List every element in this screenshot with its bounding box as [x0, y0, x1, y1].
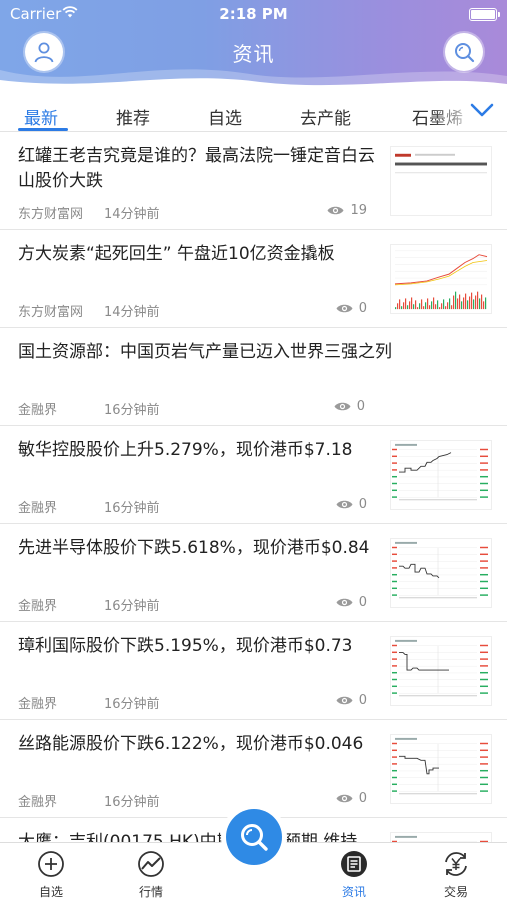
news-source: 金融界	[18, 795, 58, 810]
view-count: 0	[336, 301, 367, 316]
category-tabs: 最新 推荐 自选 去产能 石墨烯	[0, 92, 507, 132]
news-title: 红罐王老吉究竟是谁的？最高法院一锤定音白云山股价大跌	[18, 146, 375, 191]
eye-icon	[336, 304, 353, 313]
news-source: 金融界	[18, 697, 58, 712]
news-item[interactable]: 丝路能源股价下跌6.122%，现价港币$0.046 金融界 16分钟前 0	[0, 720, 507, 818]
active-tab-indicator	[18, 128, 68, 131]
view-count: 0	[336, 693, 367, 708]
tabbar-label: 资讯	[341, 885, 366, 899]
plus-circle-icon	[38, 851, 64, 877]
news-source: 金融界	[18, 403, 58, 418]
view-count-value: 0	[358, 301, 367, 316]
news-item[interactable]: 红罐王老吉究竟是谁的？最高法院一锤定音白云山股价大跌东方财富网 14分钟前 19	[0, 132, 507, 230]
news-title: 大鹰：吉利(00175.HK)中期...绩优预期 维持	[18, 832, 358, 842]
tabbar-market[interactable]: 行情	[111, 843, 191, 900]
search-icon	[455, 43, 475, 63]
news-item[interactable]: 先进半导体股价下跌5.618%，现价港币$0.84 金融界 16分钟前 0	[0, 524, 507, 622]
center-search-button[interactable]	[226, 809, 282, 865]
status-time: 2:18 PM	[219, 5, 288, 23]
news-thumbnail	[390, 832, 492, 842]
view-count: 0	[334, 399, 365, 414]
news-timestamp: 16分钟前	[104, 403, 160, 418]
view-count-value: 0	[358, 693, 367, 708]
news-title: 璋利国际股价下跌5.195%，现价港币$0.73	[18, 636, 353, 656]
news-thumbnail	[390, 734, 492, 804]
news-timestamp: 16分钟前	[104, 501, 160, 516]
page-title: 资讯	[232, 42, 275, 66]
news-item[interactable]: 璋利国际股价下跌5.195%，现价港币$0.73 金融界 16分钟前 0	[0, 622, 507, 720]
yuan-exchange-icon	[445, 852, 467, 876]
view-count: 0	[336, 595, 367, 610]
news-timestamp: 14分钟前	[104, 207, 160, 222]
tabbar-news[interactable]: 资讯	[314, 843, 394, 900]
eye-icon	[327, 206, 344, 215]
view-count-value: 0	[356, 399, 365, 414]
news-title: 敏华控股股价上升5.279%，现价港币$7.18	[18, 440, 353, 460]
news-item[interactable]: 国土资源部：中国页岩气产量已迈入世界三强之列金融界 16分钟前 0	[0, 328, 507, 426]
search-button[interactable]	[445, 33, 483, 71]
tabbar-label: 自选	[38, 885, 63, 899]
tabbar-trade[interactable]: 交易	[416, 843, 496, 900]
eye-icon	[336, 500, 353, 509]
trend-chart-icon	[138, 851, 164, 877]
header: Carrier 2:18 PM 资讯	[0, 0, 507, 92]
news-list: 红罐王老吉究竟是谁的？最高法院一锤定音白云山股价大跌东方财富网 14分钟前 19 方大…	[0, 132, 507, 842]
news-item[interactable]: 方大炭素“起死回生” 午盘近10亿资金撬板东方财富网 14分钟前 0	[0, 230, 507, 328]
news-title: 国土资源部：中国页岩气产量已迈入世界三强之列	[18, 342, 392, 362]
news-timestamp: 16分钟前	[104, 697, 160, 712]
tab-latest[interactable]: 最新	[24, 104, 58, 129]
eye-icon	[336, 598, 353, 607]
eye-icon	[336, 696, 353, 705]
news-timestamp: 14分钟前	[104, 305, 160, 320]
tabbar-watchlist[interactable]: 自选	[11, 843, 91, 900]
news-source: 东方财富网	[18, 305, 84, 320]
tabbar-label: 行情	[138, 885, 163, 899]
eye-icon	[334, 402, 351, 411]
news-icon	[341, 851, 367, 877]
news-source: 东方财富网	[18, 207, 84, 222]
news-thumbnail	[390, 440, 492, 510]
news-thumbnail	[390, 146, 492, 216]
view-count: 0	[336, 497, 367, 512]
news-thumbnail	[390, 538, 492, 608]
news-item[interactable]: 敏华控股股价上升5.279%，现价港币$7.18 金融界 16分钟前 0	[0, 426, 507, 524]
view-count: 19	[327, 203, 367, 218]
news-thumbnail	[390, 244, 492, 314]
news-title: 方大炭素“起死回生” 午盘近10亿资金撬板	[18, 244, 335, 264]
news-source: 金融界	[18, 501, 58, 516]
tab-recommended[interactable]: 推荐	[116, 104, 150, 129]
view-count-value: 19	[350, 203, 367, 218]
news-timestamp: 16分钟前	[104, 599, 160, 614]
news-title: 丝路能源股价下跌6.122%，现价港币$0.046	[18, 734, 364, 754]
status-bar: Carrier 2:18 PM	[0, 0, 507, 28]
news-title: 先进半导体股价下跌5.618%，现价港币$0.84	[18, 538, 370, 558]
view-count: 0	[336, 791, 367, 806]
bottom-tab-bar: 自选 行情 资讯 交易	[0, 809, 507, 900]
search-center-icon	[241, 824, 268, 851]
news-timestamp: 16分钟前	[104, 795, 160, 810]
chevron-down-icon[interactable]	[469, 100, 495, 120]
news-thumbnail	[390, 636, 492, 706]
tabbar-label: 交易	[443, 885, 468, 899]
view-count-value: 0	[358, 595, 367, 610]
eye-icon	[336, 794, 353, 803]
tab-watchlist[interactable]: 自选	[208, 104, 242, 129]
view-count-value: 0	[358, 497, 367, 512]
battery-icon	[469, 8, 500, 21]
view-count-value: 0	[358, 791, 367, 806]
tab-capacity-reduction[interactable]: 去产能	[300, 104, 351, 129]
news-source: 金融界	[18, 599, 58, 614]
